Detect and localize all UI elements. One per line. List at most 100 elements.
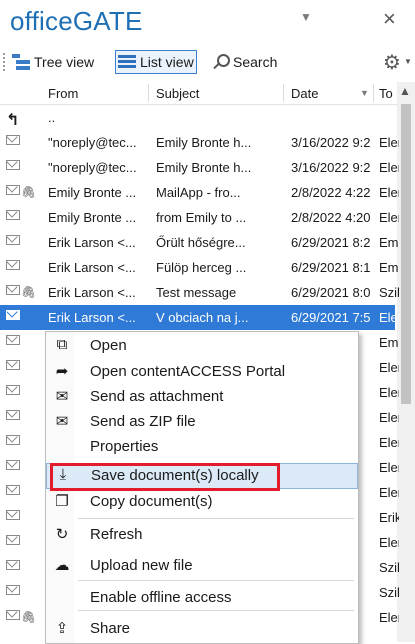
table-row[interactable]: Emily Bronte ... from Emily to ... 2/8/202… [0,205,399,230]
row-to: Szilv [379,585,399,600]
menu-item[interactable]: ✉ Send as ZIP file [46,410,358,434]
table-row[interactable]: 🖇 Emily Bronte ... MailApp - fro... 2/8/202… [0,180,399,205]
arrow-forward-icon: ➦ [55,363,69,380]
row-from: Erik Larson <... [48,260,136,275]
row-subject: from Emily to ... [156,210,247,225]
row-to: Elen [379,435,399,450]
menu-item-label: Copy document(s) [90,493,213,510]
mail-icon [6,310,20,320]
menu-item-label: Properties [90,438,159,455]
share-icon: ⇪ [55,620,69,637]
tree-view-label: Tree view [34,54,95,70]
row-date: 6/29/2021 8:0... [291,285,371,300]
tree-view-icon [12,54,30,70]
mail-icon [6,410,20,420]
attachment-icon: 🖇 [21,185,37,199]
mail-icon [6,585,20,595]
row-to: Elen [379,610,399,625]
menu-item[interactable]: ↻ Refresh [46,523,358,547]
search-label: Search [233,54,278,70]
row-to: Szilv [379,285,399,300]
table-row[interactable]: Erik Larson <... V obciach na j... 6/29/20… [0,305,399,330]
row-date: 3/16/2022 9:2... [291,135,371,150]
row-from: "noreply@tec... [48,135,137,150]
column-from[interactable]: From [48,86,78,101]
row-subject: Őrült hőségre... [156,235,246,250]
table-row[interactable]: Erik Larson <... Őrült hőségre... 6/29/202… [0,230,399,255]
row-to: Erik [379,510,399,525]
mail-icon [6,360,20,370]
scroll-thumb[interactable] [401,104,411,404]
row-subject: MailApp - fro... [156,185,241,200]
menu-item-label: Upload new file [90,557,193,574]
menu-item-label: Open contentACCESS Portal [90,363,286,380]
mail-icon [6,135,20,145]
mail-icon [6,185,20,195]
table-row[interactable]: "noreply@tec... Emily Bronte h... 3/16/202… [0,130,399,155]
row-to: Szilv [379,560,399,575]
menu-item[interactable]: ➦ Open contentACCESS Portal [46,360,358,384]
row-date: 3/16/2022 9:2... [291,160,371,175]
list-view-button[interactable]: List view [115,50,197,74]
menu-item-label: Enable offline access [90,589,232,606]
scroll-up-icon[interactable]: ▲ [399,84,411,98]
mail-icon [6,235,20,245]
toolbar-grip-icon[interactable] [3,53,8,71]
row-from: Emily Bronte ... [48,210,137,225]
row-from: Erik Larson <... [48,285,136,300]
menu-item[interactable]: ☁ Upload new file [46,554,358,578]
search-button[interactable]: Search [213,51,277,73]
row-from: "noreply@tec... [48,160,137,175]
menu-item-label: Send as attachment [90,388,224,405]
column-date[interactable]: Date [291,86,318,101]
row-to: Elen [379,185,399,200]
row-subject: V obciach na j... [156,310,249,325]
table-row[interactable]: "noreply@tec... Emily Bronte h... 3/16/202… [0,155,399,180]
upload-cloud-icon: ☁ [54,557,70,574]
vertical-scrollbar[interactable]: ▲ [397,82,415,642]
chevron-down-icon[interactable]: ▼ [300,10,314,24]
mail-icon [6,285,20,295]
row-to: Elen [379,210,399,225]
table-row[interactable]: Erik Larson <... Fülöp herceg ... 6/29/202… [0,255,399,280]
mail-icon [6,160,20,170]
row-subject: Emily Bronte h... [156,135,252,150]
column-subject[interactable]: Subject [156,86,199,101]
row-date: 2/8/2022 4:20... [291,210,371,225]
row-date: 6/29/2021 7:5... [291,310,371,325]
table-row[interactable]: ↰.. [0,105,395,130]
mail-icon [6,485,20,495]
gear-dropdown-icon[interactable]: ▼ [404,57,412,66]
close-icon[interactable]: × [383,6,396,32]
tree-view-button[interactable]: Tree view [12,51,94,73]
menu-item-label: Send as ZIP file [90,413,196,430]
row-from: Emily Bronte ... [48,185,137,200]
menu-item[interactable]: Properties [46,435,358,459]
menu-item[interactable]: ⧉ Open [46,334,358,358]
mail-icon [6,385,20,395]
highlight-annotation [50,463,280,491]
row-to: Elen [379,460,399,475]
menu-item-label: Open [90,337,127,354]
menu-item[interactable]: ⇪ Share [46,617,358,641]
mail-icon [6,610,20,620]
menu-item-label: Refresh [90,526,143,543]
copy-icon: ❐ [55,493,69,510]
menu-item[interactable]: Enable offline access [46,586,358,610]
mail-icon [6,535,20,545]
table-row[interactable]: 🖇 Erik Larson <... Test message 6/29/2021 8… [0,280,399,305]
mail-zip-icon: ✉ [55,413,69,430]
row-to: Elen [379,385,399,400]
app-title: officeGATE [10,6,143,36]
column-to[interactable]: To [379,86,393,101]
row-from: Erik Larson <... [48,235,136,250]
parent-folder-icon[interactable]: ↰ [6,110,19,130]
row-date: 6/29/2021 8:1... [291,260,371,275]
menu-item[interactable]: ✉ Send as attachment [46,385,358,409]
gear-icon[interactable]: ⚙ [383,50,401,75]
row-to: Elen [379,485,399,500]
menu-item[interactable]: ❐ Copy document(s) [46,490,358,514]
row-subject: Fülöp herceg ... [156,260,247,275]
mail-icon [6,435,20,445]
mail-icon [6,560,20,570]
